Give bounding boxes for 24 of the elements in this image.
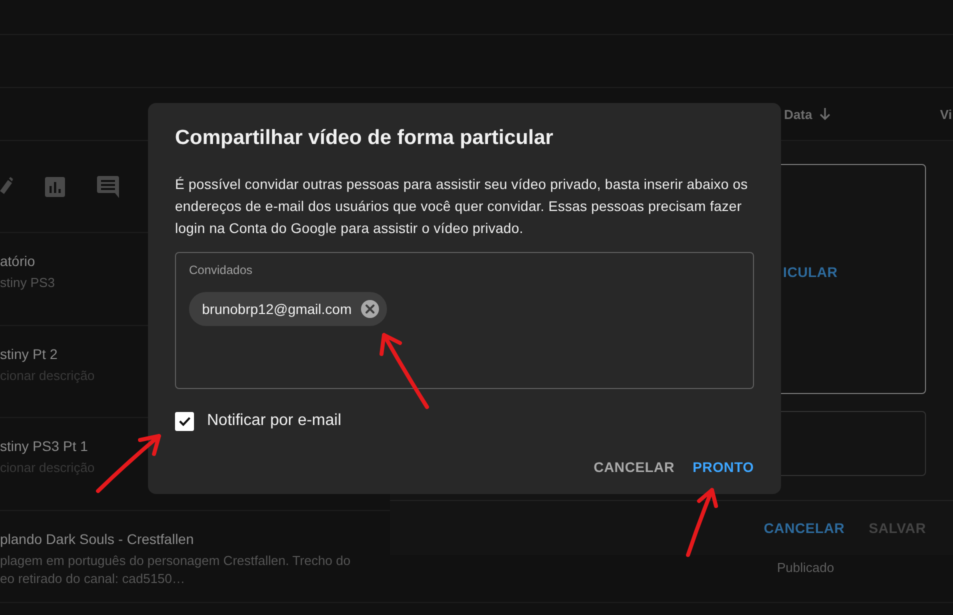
- column-header[interactable]: Vi: [940, 106, 953, 122]
- arrow-down-icon: [819, 107, 832, 121]
- checkbox-label[interactable]: Notificar por e-mail: [207, 412, 342, 430]
- share-link[interactable]: ICULAR: [783, 264, 838, 280]
- confirm-button[interactable]: PRONTO: [692, 451, 754, 483]
- video-description: plagem em português do personagem Crestfallen. Trecho do: [0, 552, 352, 570]
- dialog-description: É possível convidar outras pessoas para assistir seu vídeo privado, basta inserir abaixo os endereços de e-mail dos usuários que você quer convidar. Essas pessoas precisam fazer login na Conta do Google para assistir o vídeo privado.: [175, 175, 749, 238]
- dialog-title: Compartilhar vídeo de forma particular: [175, 126, 554, 150]
- cancel-button[interactable]: CANCELAR: [764, 520, 845, 536]
- cancel-button[interactable]: CANCELAR: [594, 451, 675, 483]
- bar-chart-icon[interactable]: [45, 176, 65, 197]
- field-label: Convidados: [189, 262, 254, 278]
- email-chip[interactable]: brunobrp12@gmail.com: [189, 292, 387, 326]
- speech-bubble-icon[interactable]: [97, 176, 119, 198]
- remove-icon[interactable]: [360, 300, 379, 318]
- checkmark-icon: [178, 416, 190, 426]
- video-description: eo retirado do canal: cad5150…: [0, 570, 186, 588]
- visibility-status: Publicado: [777, 558, 834, 577]
- pencil-icon[interactable]: [0, 176, 13, 197]
- video-title[interactable]: plando Dark Souls - Crestfallen: [0, 528, 390, 549]
- notify-checkbox[interactable]: [175, 412, 194, 430]
- video-description: stiny PS3: [0, 274, 56, 292]
- column-header[interactable]: Data: [784, 106, 812, 122]
- invitees-field[interactable]: Convidados brunobrp12@gmail.com: [175, 252, 754, 389]
